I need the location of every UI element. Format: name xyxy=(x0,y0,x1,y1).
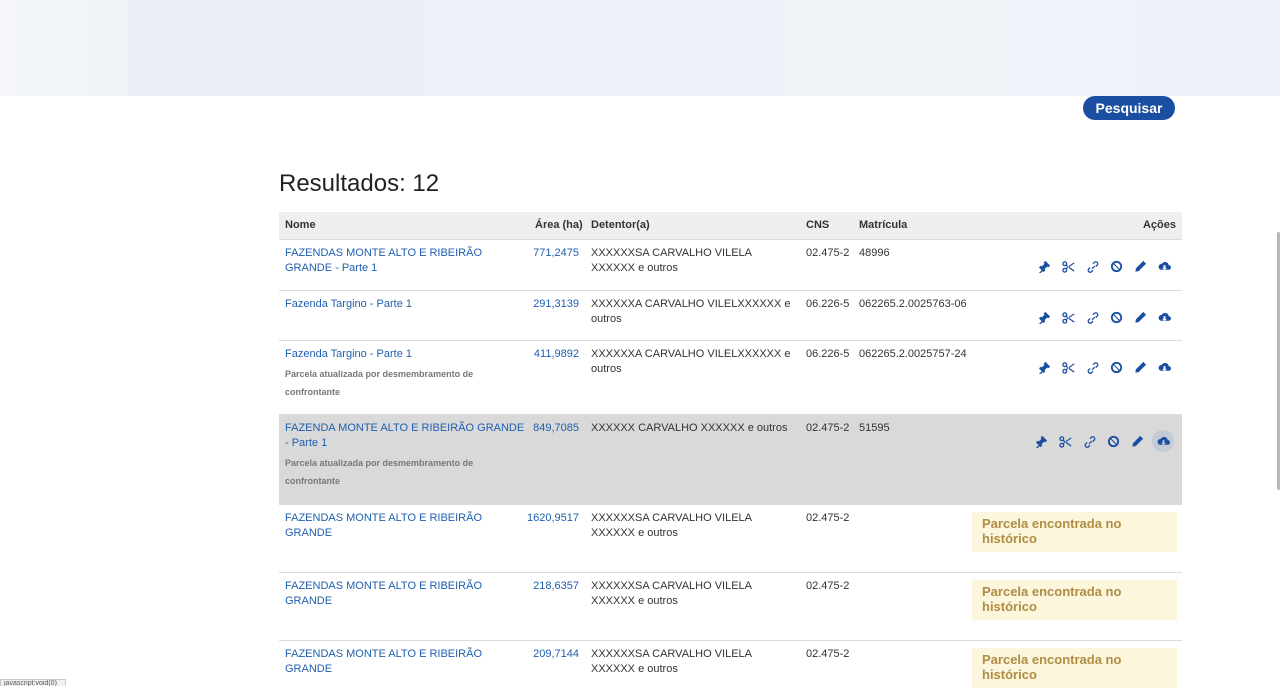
gavel-icon[interactable] xyxy=(1032,432,1051,451)
cell-matricula: 062265.2.0025763-06 xyxy=(859,298,967,310)
header-nome: Nome xyxy=(285,219,316,231)
cell-area: 849,7085 xyxy=(533,422,579,434)
cell-matricula: 062265.2.0025757-24 xyxy=(859,348,967,360)
cell-cns: 06.226-5 xyxy=(806,348,850,360)
cell-nome: FAZENDAS MONTE ALTO E RIBEIRÃO GRANDE - … xyxy=(285,246,525,276)
cell-cns: 06.226-5 xyxy=(806,298,850,310)
cell-matricula: 51595 xyxy=(859,422,890,434)
link-icon[interactable] xyxy=(1083,257,1102,276)
cell-area: 1620,9517 xyxy=(527,512,579,524)
parcel-name-link[interactable]: FAZENDAS MONTE ALTO E RIBEIRÃO GRANDE xyxy=(285,580,482,607)
cell-nome: Fazenda Targino - Parte 1 Parcela atualiz… xyxy=(285,347,525,401)
pencil-icon[interactable] xyxy=(1128,432,1147,451)
scissors-icon[interactable] xyxy=(1059,358,1078,377)
cloud-download-icon[interactable] xyxy=(1155,257,1174,276)
cell-nome: FAZENDA MONTE ALTO E RIBEIRÃO GRANDE - P… xyxy=(285,421,525,490)
cell-detentor: XXXXXXSA CARVALHO VILELA XXXXXX e outros xyxy=(591,648,752,675)
top-banner xyxy=(0,0,1280,96)
scissors-icon[interactable] xyxy=(1056,432,1075,451)
scissors-icon[interactable] xyxy=(1059,257,1078,276)
pencil-icon[interactable] xyxy=(1131,308,1150,327)
header-cns: CNS xyxy=(806,219,830,231)
cell-detentor: XXXXXXSA CARVALHO VILELA XXXXXX e outros xyxy=(591,580,752,607)
cell-area: 218,6357 xyxy=(533,580,579,592)
header-detentor: Detentor(a) xyxy=(591,219,650,231)
cloud-download-icon[interactable] xyxy=(1155,358,1174,377)
cell-detentor: XXXXXXSA CARVALHO VILELA XXXXXX e outros xyxy=(591,512,752,539)
parcel-name-link[interactable]: FAZENDAS MONTE ALTO E RIBEIRÃO GRANDE xyxy=(285,648,482,675)
row-actions xyxy=(1035,308,1174,327)
cell-detentor: XXXXXXSA CARVALHO VILELA XXXXXX e outros xyxy=(591,247,752,274)
cell-area: 411,9892 xyxy=(533,348,579,360)
ban-icon[interactable] xyxy=(1107,257,1126,276)
row-actions xyxy=(1035,358,1174,377)
cell-area: 291,3139 xyxy=(533,298,579,310)
history-notice: Parcela encontrada no histórico xyxy=(972,512,1177,552)
parcel-name-link[interactable]: FAZENDAS MONTE ALTO E RIBEIRÃO GRANDE xyxy=(285,512,482,539)
table-row: FAZENDAS MONTE ALTO E RIBEIRÃO GRANDE 218… xyxy=(279,572,1182,640)
row-actions xyxy=(1032,430,1174,452)
cell-detentor: XXXXXXA CARVALHO VILELXXXXXX e outros xyxy=(591,298,791,325)
cell-detentor: XXXXXX CARVALHO XXXXXX e outros xyxy=(591,422,788,434)
cell-nome: Fazenda Targino - Parte 1 xyxy=(285,297,525,312)
ban-icon[interactable] xyxy=(1107,308,1126,327)
cell-cns: 02.475-2 xyxy=(806,580,850,592)
table-body: FAZENDAS MONTE ALTO E RIBEIRÃO GRANDE - … xyxy=(279,239,1182,688)
cell-nome: FAZENDAS MONTE ALTO E RIBEIRÃO GRANDE xyxy=(285,579,525,609)
cell-area: 209,7144 xyxy=(533,648,579,660)
parcel-name-link[interactable]: Fazenda Targino - Parte 1 xyxy=(285,298,412,310)
row-actions xyxy=(1035,257,1174,276)
parcel-update-note: Parcela atualizada por desmembramento de… xyxy=(285,369,474,397)
ban-icon[interactable] xyxy=(1107,358,1126,377)
results-title: Resultados: 12 xyxy=(279,170,440,197)
cloud-download-icon[interactable] xyxy=(1155,308,1174,327)
cell-cns: 02.475-2 xyxy=(806,247,850,259)
pencil-icon[interactable] xyxy=(1131,358,1150,377)
history-notice: Parcela encontrada no histórico xyxy=(972,580,1177,620)
header-matricula: Matrícula xyxy=(859,219,908,231)
parcel-update-note: Parcela atualizada por desmembramento de… xyxy=(285,458,474,486)
cell-nome: FAZENDAS MONTE ALTO E RIBEIRÃO GRANDE xyxy=(285,511,525,541)
cloud-download-icon[interactable] xyxy=(1152,430,1174,452)
pencil-icon[interactable] xyxy=(1131,257,1150,276)
header-area: Área (ha) xyxy=(535,219,583,231)
history-notice: Parcela encontrada no histórico xyxy=(972,648,1177,688)
search-button[interactable]: Pesquisar xyxy=(1083,96,1175,120)
parcel-name-link[interactable]: FAZENDA MONTE ALTO E RIBEIRÃO GRANDE - P… xyxy=(285,422,524,449)
ban-icon[interactable] xyxy=(1104,432,1123,451)
cell-cns: 02.475-2 xyxy=(806,422,850,434)
results-table: Nome Área (ha) Detentor(a) CNS Matrícula… xyxy=(279,212,1182,688)
link-icon[interactable] xyxy=(1080,432,1099,451)
cell-matricula: 48996 xyxy=(859,247,890,259)
gavel-icon[interactable] xyxy=(1035,257,1054,276)
table-row: Fazenda Targino - Parte 1 Parcela atualiz… xyxy=(279,340,1182,414)
cell-area: 771,2475 xyxy=(533,247,579,259)
header-acoes: Ações xyxy=(1142,219,1176,231)
table-row: FAZENDAS MONTE ALTO E RIBEIRÃO GRANDE 209… xyxy=(279,640,1182,688)
link-icon[interactable] xyxy=(1083,358,1102,377)
table-row: FAZENDA MONTE ALTO E RIBEIRÃO GRANDE - P… xyxy=(279,414,1182,504)
parcel-name-link[interactable]: Fazenda Targino - Parte 1 xyxy=(285,348,412,360)
table-header: Nome Área (ha) Detentor(a) CNS Matrícula… xyxy=(279,212,1182,239)
status-bar: javascript:void(0) xyxy=(0,679,66,686)
gavel-icon[interactable] xyxy=(1035,358,1054,377)
table-row: Fazenda Targino - Parte 1 291,3139 XXXXXXA… xyxy=(279,290,1182,340)
cell-cns: 02.475-2 xyxy=(806,648,850,660)
cell-detentor: XXXXXXA CARVALHO VILELXXXXXX e outros xyxy=(591,348,791,375)
table-row: FAZENDAS MONTE ALTO E RIBEIRÃO GRANDE 162… xyxy=(279,504,1182,572)
scissors-icon[interactable] xyxy=(1059,308,1078,327)
cell-cns: 02.475-2 xyxy=(806,512,850,524)
parcel-name-link[interactable]: FAZENDAS MONTE ALTO E RIBEIRÃO GRANDE - … xyxy=(285,247,482,274)
link-icon[interactable] xyxy=(1083,308,1102,327)
gavel-icon[interactable] xyxy=(1035,308,1054,327)
table-row: FAZENDAS MONTE ALTO E RIBEIRÃO GRANDE - … xyxy=(279,239,1182,290)
banner-band xyxy=(128,0,768,96)
cell-nome: FAZENDAS MONTE ALTO E RIBEIRÃO GRANDE xyxy=(285,647,525,677)
